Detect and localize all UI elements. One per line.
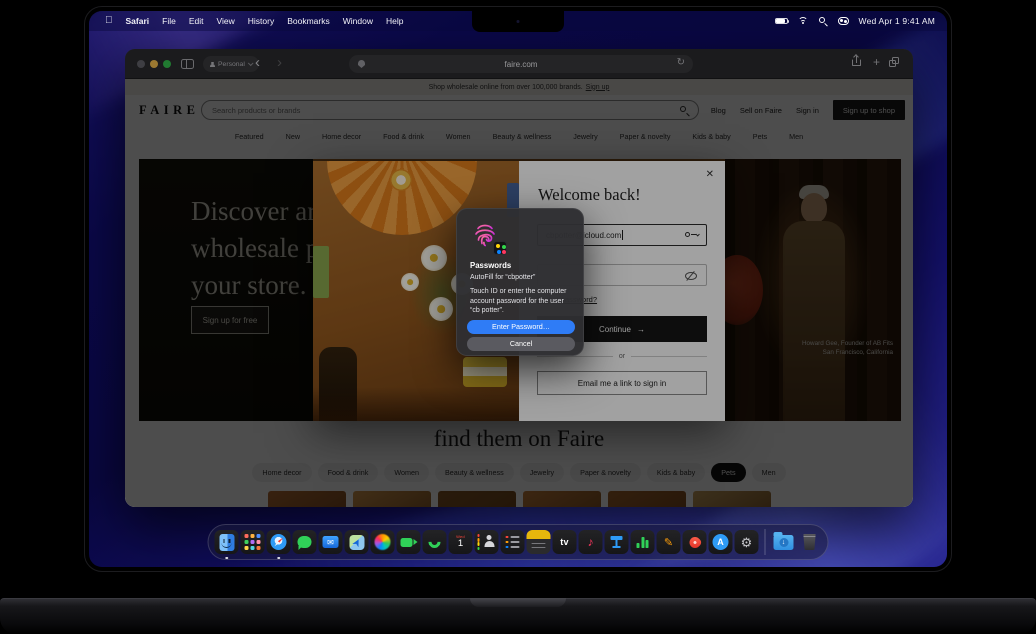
dock-calendar-icon[interactable]: Wed 1	[448, 530, 473, 554]
menu-bookmarks[interactable]: Bookmarks	[287, 16, 330, 26]
dialog-app-name: Passwords	[470, 261, 512, 270]
dock-settings-icon[interactable]: ⚙	[734, 530, 759, 554]
dock-reminders-icon[interactable]	[500, 530, 525, 554]
cancel-button[interactable]: Cancel	[467, 337, 575, 351]
dock: ✉ Wed 1 tv ♪ ✎ A ⚙ ↓	[207, 524, 829, 560]
menu-bar-status: Wed Apr 1 9:41 AM	[774, 16, 947, 27]
dock-contacts-icon[interactable]	[474, 530, 499, 554]
desktop:  Safari File Edit View History Bookmarks Wind…	[89, 11, 947, 567]
dock-phone-icon[interactable]	[422, 530, 447, 554]
dock-trash-icon[interactable]	[798, 530, 822, 554]
dock-appstore-icon[interactable]: A	[708, 530, 733, 554]
macbook-stage:  Safari File Edit View History Bookmarks Wind…	[0, 0, 1036, 634]
dock-maps-icon[interactable]	[344, 530, 369, 554]
dock-finder-icon[interactable]	[214, 530, 239, 559]
dock-keynote-icon[interactable]	[604, 530, 629, 554]
menu-bar-clock[interactable]: Wed Apr 1 9:41 AM	[859, 16, 935, 26]
dock-safari-icon[interactable]	[266, 530, 291, 559]
dock-pages-icon[interactable]: ✎	[656, 530, 681, 554]
passwords-app-icon	[493, 241, 507, 255]
dock-separator	[764, 529, 766, 555]
dock-notes-icon[interactable]	[526, 530, 551, 554]
laptop-screen:  Safari File Edit View History Bookmarks Wind…	[84, 6, 952, 572]
dock-mail-icon[interactable]: ✉	[318, 530, 343, 554]
touch-id-dialog: Passwords AutoFill for “cbpotter” Touch …	[456, 208, 584, 356]
menu-edit[interactable]: Edit	[189, 16, 204, 26]
display-notch	[472, 11, 564, 32]
running-indicator	[277, 556, 280, 559]
menu-bar-menus:  Safari File Edit View History Bookmarks Wind…	[89, 16, 403, 27]
dock-messages-icon[interactable]	[292, 530, 317, 554]
dock-launchpad-icon[interactable]	[240, 530, 265, 554]
wifi-icon[interactable]	[798, 17, 809, 25]
menu-view[interactable]: View	[216, 16, 234, 26]
laptop-lid-scoop	[470, 598, 566, 607]
dock-numbers-icon[interactable]	[630, 530, 655, 554]
dock-rocket-icon[interactable]	[682, 530, 707, 554]
touch-id-fingerprint-icon	[469, 219, 507, 255]
enter-password-button[interactable]: Enter Password…	[467, 320, 575, 334]
dock-photos-icon[interactable]	[370, 530, 395, 554]
menu-help[interactable]: Help	[386, 16, 403, 26]
menu-history[interactable]: History	[248, 16, 274, 26]
dialog-message: Touch ID or enter the computer account p…	[470, 288, 567, 314]
battery-icon[interactable]	[774, 17, 790, 25]
control-center-icon[interactable]	[837, 17, 849, 25]
menu-window[interactable]: Window	[343, 16, 373, 26]
dock-facetime-icon[interactable]	[396, 530, 421, 554]
search-icon[interactable]	[818, 16, 828, 27]
menu-file[interactable]: File	[162, 16, 176, 26]
camera-dot	[516, 20, 520, 23]
dialog-subtitle: AutoFill for “cbpotter”	[470, 274, 536, 281]
dock-downloads-icon[interactable]: ↓	[772, 530, 796, 554]
running-indicator	[225, 556, 228, 559]
dock-music-icon[interactable]: ♪	[578, 530, 603, 554]
apple-menu-icon[interactable]: 	[105, 16, 113, 26]
menu-safari[interactable]: Safari	[126, 16, 150, 26]
dock-tv-icon[interactable]: tv	[552, 530, 577, 554]
